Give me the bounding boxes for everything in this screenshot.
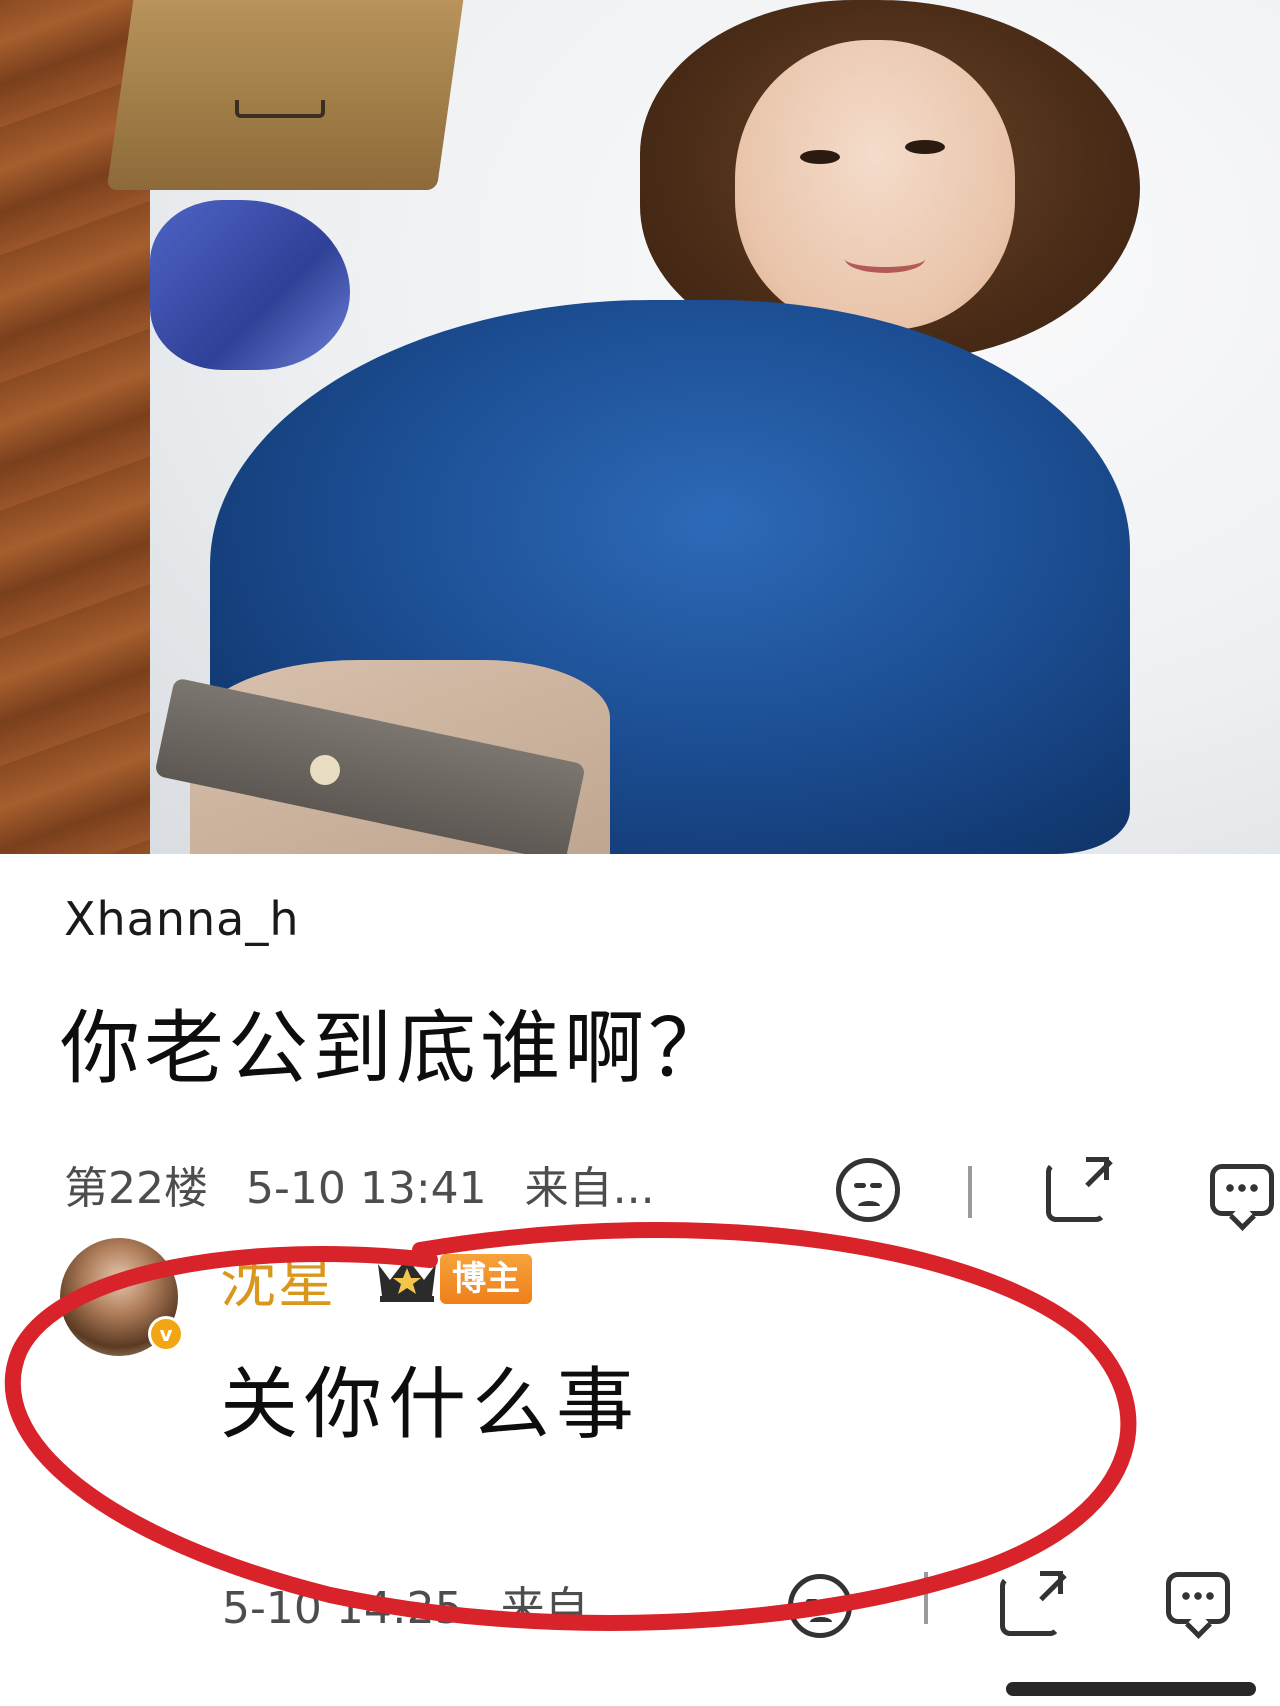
comment-source: 来自...: [500, 1583, 631, 1634]
photo-drawer-handle: [235, 100, 325, 118]
crown-icon: [378, 1258, 436, 1302]
comment-username[interactable]: Xhanna_h: [64, 892, 300, 946]
avatar[interactable]: v: [60, 1238, 184, 1356]
comment-time: 5-10 14:25: [222, 1583, 463, 1634]
sad-face-icon[interactable]: [836, 1158, 900, 1222]
comment-source: 来自...: [524, 1163, 655, 1214]
action-divider: [968, 1166, 972, 1218]
comment-item: Xhanna_h 你老公到底谁啊？ 第22楼 5-10 13:41 来自...: [0, 854, 1280, 1224]
comment-text: 关你什么事: [220, 1360, 641, 1450]
comment-meta: 5-10 14:25 来自...: [222, 1572, 655, 1636]
sad-face-icon[interactable]: [788, 1574, 852, 1638]
comment-item-author: v 沈星 博主 关你什么事 5-10 14:25 来自...: [0, 1224, 1280, 1706]
photo-face: [735, 40, 1015, 330]
comment-icon[interactable]: [1166, 1572, 1230, 1624]
comment-text: 你老公到底谁啊？: [60, 1002, 732, 1095]
comment-icon[interactable]: [1210, 1164, 1274, 1216]
photo-band-button: [310, 755, 340, 785]
home-indicator: [1006, 1682, 1256, 1696]
photo-eye-right: [905, 140, 945, 154]
blogger-badge: 博主: [440, 1254, 532, 1304]
share-icon[interactable]: [1000, 1571, 1063, 1636]
action-divider: [924, 1572, 928, 1624]
post-photo[interactable]: [0, 0, 1280, 854]
share-icon[interactable]: [1046, 1157, 1109, 1222]
comment-time: 5-10 13:41: [246, 1163, 487, 1214]
photo-smile: [845, 245, 925, 273]
photo-nightstand: [106, 0, 464, 190]
comment-username[interactable]: 沈星: [220, 1238, 336, 1319]
photo-eye-left: [800, 150, 840, 164]
verified-icon: v: [148, 1316, 184, 1352]
comment-meta: 第22楼 5-10 13:41 来自...: [64, 1152, 679, 1216]
comment-floor: 第22楼: [64, 1163, 208, 1214]
